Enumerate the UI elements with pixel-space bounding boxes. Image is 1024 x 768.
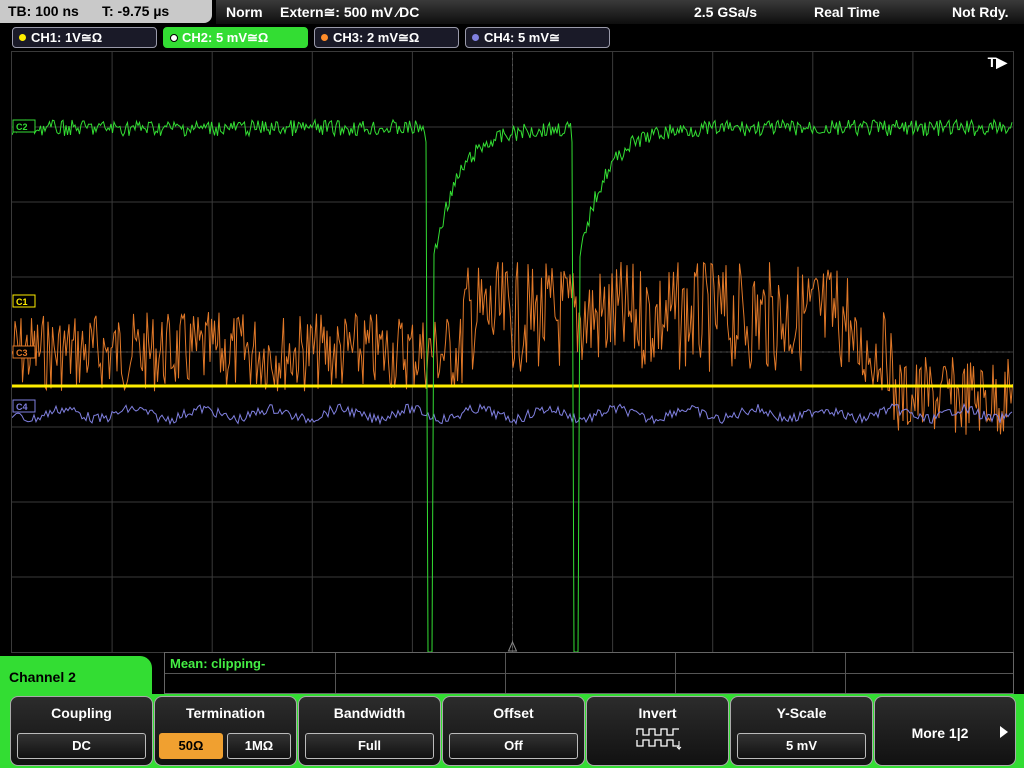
tab-ch4[interactable]: CH4: 5 mV≅ — [465, 27, 610, 48]
offset-value[interactable]: Off — [449, 733, 578, 759]
sample-rate: 2.5 GSa/s — [694, 4, 758, 20]
channel-markers: C1 C3 C4 C2 — [12, 119, 36, 413]
offset-title: Offset — [493, 705, 534, 721]
play-arrow-icon — [1000, 726, 1008, 738]
coupling-softkey[interactable]: Coupling DC — [10, 696, 153, 766]
timebase-box[interactable]: TB: 100 ns T: -9.75 µs — [0, 0, 212, 23]
invert-softkey[interactable]: Invert — [586, 696, 729, 766]
termination-title: Termination — [185, 705, 266, 721]
timebase-label: TB: 100 ns — [8, 3, 79, 19]
svg-text:C4: C4 — [16, 402, 28, 412]
menu-title: Channel 2 — [9, 669, 76, 685]
channel-marker-1[interactable]: C1 — [12, 294, 36, 308]
ch2-dot-icon — [170, 34, 178, 42]
ch4-dot-icon — [472, 34, 479, 41]
svg-text:C1: C1 — [16, 297, 28, 307]
acquisition-mode: Real Time — [814, 4, 880, 20]
waveform-canvas: C1 C3 C4 C2 — [12, 52, 1013, 652]
measurement-mean: Mean: clipping- — [170, 656, 266, 671]
status-bar: TB: 100 ns T: -9.75 µs Norm Extern≅: 500… — [0, 0, 1024, 24]
meas-cell — [505, 653, 506, 693]
ch3-label: CH3: 2 mV≅Ω — [333, 30, 420, 45]
trigger-position-marker: T▶ — [987, 54, 1007, 70]
trigger-state: Not Rdy. — [952, 4, 1009, 20]
meas-cell — [335, 653, 336, 693]
bandwidth-value[interactable]: Full — [305, 733, 434, 759]
measurement-area: Mean: clipping- — [164, 652, 1014, 694]
invert-waveform-icon — [636, 728, 682, 751]
yscale-title: Y-Scale — [776, 705, 827, 721]
channel-marker-3[interactable]: C4 — [12, 399, 36, 413]
offset-softkey[interactable]: Offset Off — [442, 696, 585, 766]
meas-cell — [845, 653, 846, 693]
tab-ch1[interactable]: CH1: 1V≅Ω — [12, 27, 157, 48]
ch1-dot-icon — [19, 34, 26, 41]
bandwidth-softkey[interactable]: Bandwidth Full — [298, 696, 441, 766]
ch2-label: CH2: 5 mV≅Ω — [182, 30, 269, 45]
trigger-time-label: T: -9.75 µs — [102, 3, 170, 19]
yscale-softkey[interactable]: Y-Scale 5 mV — [730, 696, 873, 766]
bandwidth-title: Bandwidth — [333, 705, 406, 721]
ch1-label: CH1: 1V≅Ω — [31, 30, 103, 45]
more-label: More 1|2 — [911, 725, 969, 741]
svg-text:C2: C2 — [16, 122, 28, 132]
acq-mode-norm[interactable]: Norm — [226, 0, 263, 24]
channel-marker-2[interactable]: C3 — [12, 345, 36, 359]
ch4-label: CH4: 5 mV≅ — [484, 30, 560, 45]
meas-divider — [165, 673, 1013, 674]
channel-tabs: CH1: 1V≅Ω CH2: 5 mV≅Ω CH3: 2 mV≅Ω CH4: 5… — [0, 25, 1024, 49]
tab-ch3[interactable]: CH3: 2 mV≅Ω — [314, 27, 459, 48]
channel-marker-4[interactable]: C2 — [12, 119, 36, 133]
more-softkey[interactable]: More 1|2 — [874, 696, 1016, 766]
termination-softkey[interactable]: Termination 50Ω 1MΩ — [154, 696, 297, 766]
termination-50-ohm[interactable]: 50Ω — [159, 733, 223, 759]
yscale-value[interactable]: 5 mV — [737, 733, 866, 759]
tab-ch2[interactable]: CH2: 5 mV≅Ω — [163, 27, 308, 48]
svg-text:C3: C3 — [16, 348, 28, 358]
coupling-title: Coupling — [51, 705, 112, 721]
waveform-display[interactable]: C1 C3 C4 C2 T▶ — [11, 51, 1014, 653]
softkey-bar: Coupling DC Termination 50Ω 1MΩ Bandwidt… — [0, 694, 1024, 768]
termination-1-megohm[interactable]: 1MΩ — [227, 733, 291, 759]
coupling-value[interactable]: DC — [17, 733, 146, 759]
meas-cell — [675, 653, 676, 693]
ch3-dot-icon — [321, 34, 328, 41]
trigger-source[interactable]: Extern≅: 500 mV ⁄DC — [280, 0, 419, 24]
invert-title: Invert — [638, 705, 677, 721]
